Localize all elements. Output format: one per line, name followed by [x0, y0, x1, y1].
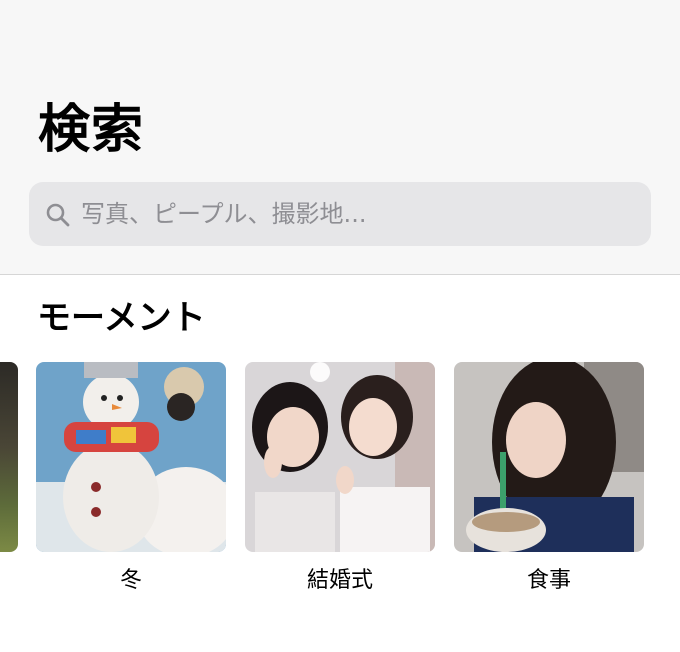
search-input[interactable]: 写真、ピープル、撮影地...	[29, 182, 651, 246]
search-placeholder: 写真、ピープル、撮影地...	[81, 200, 367, 228]
page-title: 検索	[38, 100, 145, 160]
moment-label: 結婚式	[306, 568, 373, 593]
moment-label: 食事	[526, 568, 571, 593]
moment-card-food[interactable]: 食事	[454, 362, 644, 596]
moment-thumbnail[interactable]	[454, 362, 644, 552]
moment-card-winter[interactable]: 冬	[36, 362, 226, 596]
moment-card-wedding[interactable]: 結婚式	[245, 362, 435, 596]
search-icon	[45, 202, 71, 228]
moment-label: 冬	[119, 568, 142, 593]
search-header: 検索 写真、ピープル、撮影地...	[0, 0, 680, 275]
moment-thumbnail[interactable]	[245, 362, 435, 552]
moments-section-title: モーメント	[37, 298, 206, 338]
moment-thumbnail[interactable]	[36, 362, 226, 552]
moments-carousel[interactable]: 冬 結婚式 食事	[0, 362, 680, 622]
moment-card-partial[interactable]	[0, 362, 18, 552]
